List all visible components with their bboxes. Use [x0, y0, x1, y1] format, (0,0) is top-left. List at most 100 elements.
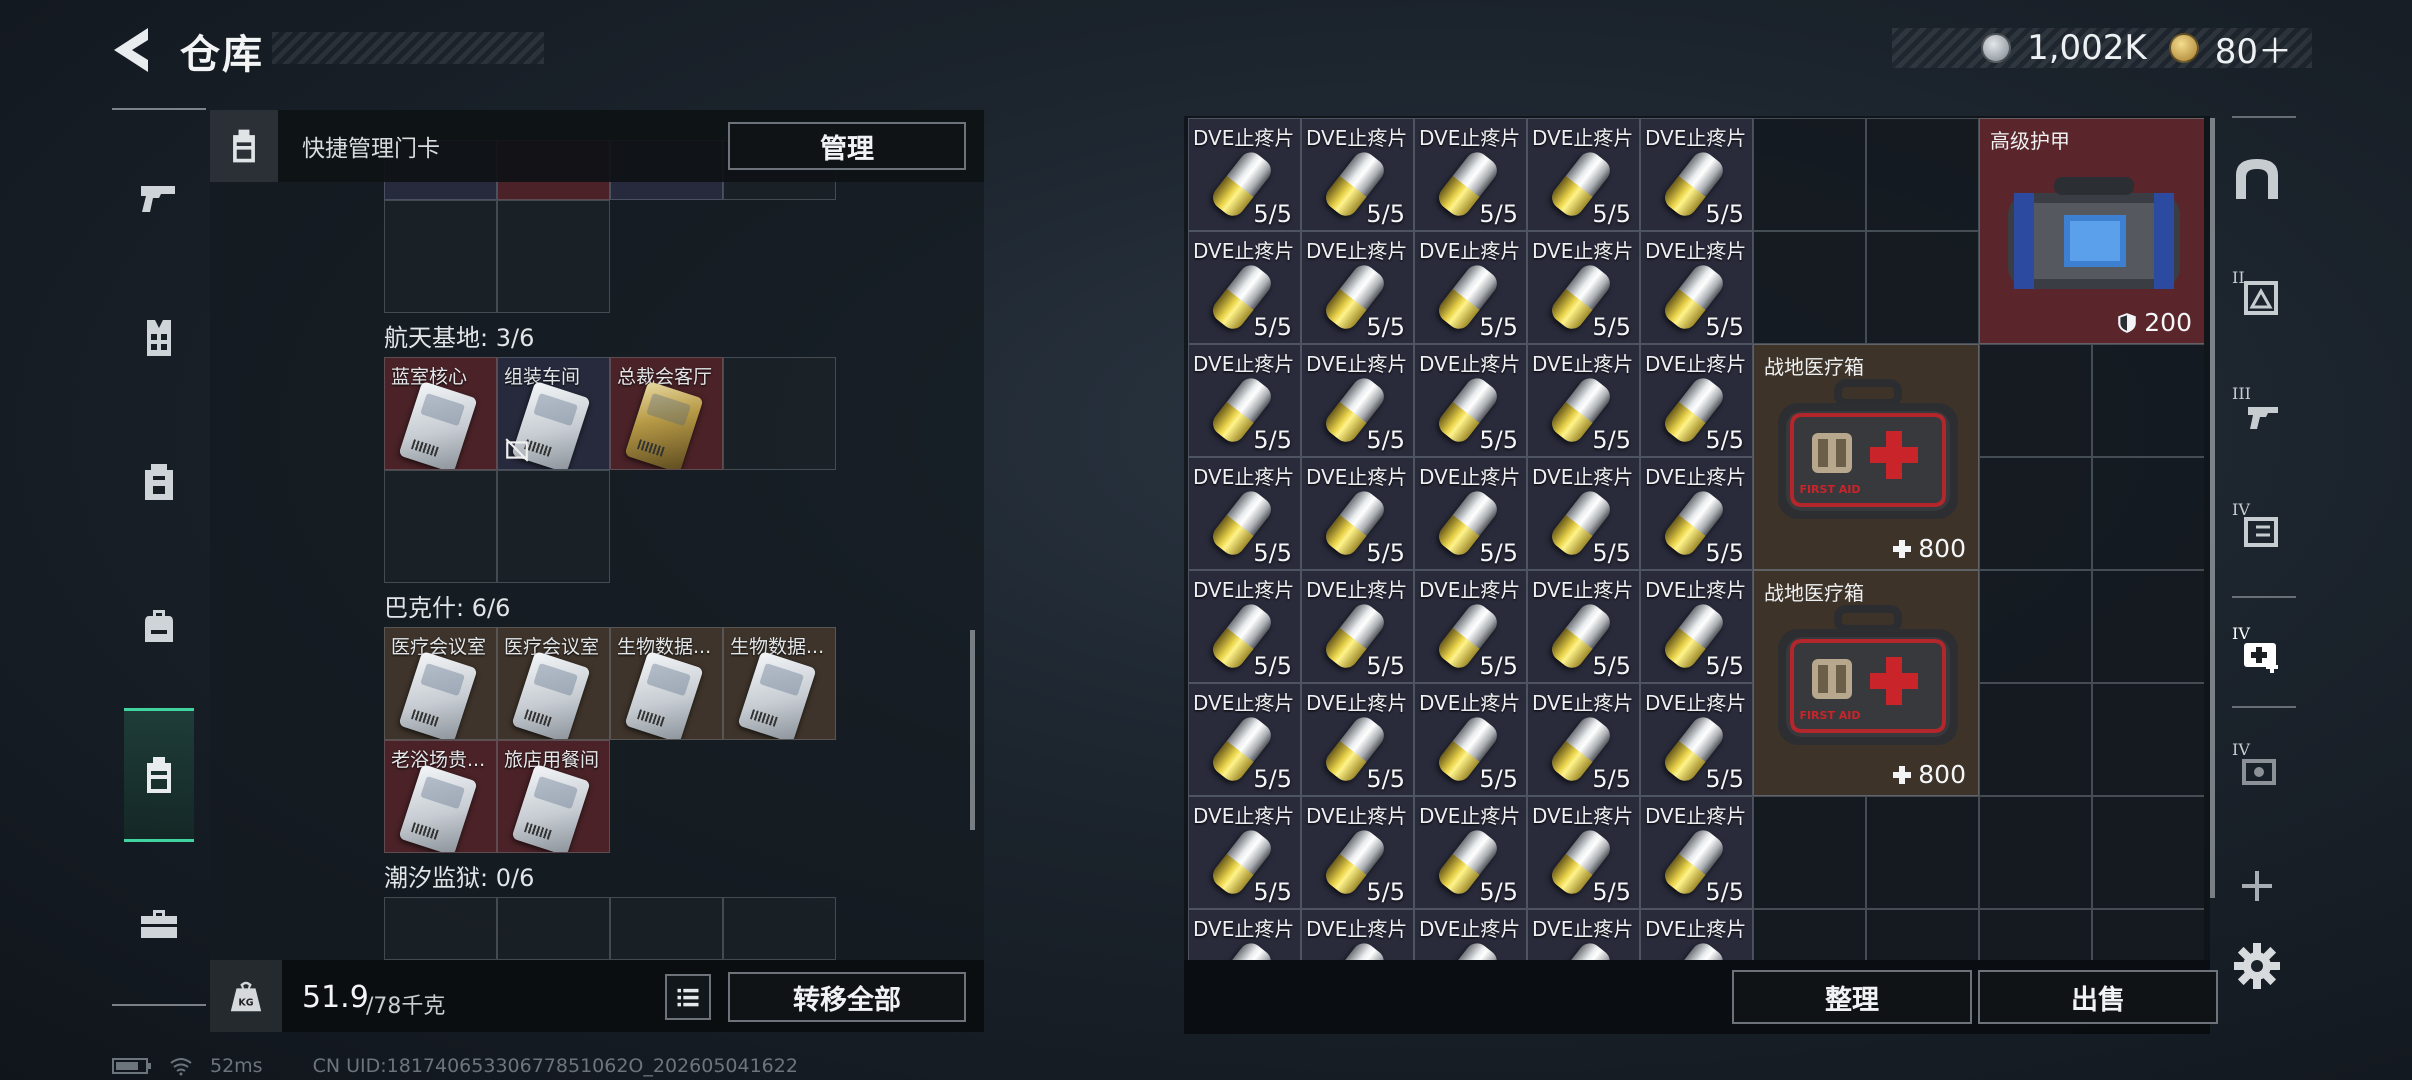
- keycard-slot[interactable]: 旅店用餐间: [497, 740, 610, 853]
- manage-button[interactable]: 管理: [728, 122, 966, 170]
- rail-item-toolbox[interactable]: [124, 876, 194, 972]
- keycard-slot[interactable]: 生物数据...: [610, 627, 723, 740]
- settings-button[interactable]: [2224, 936, 2290, 996]
- rail-item-keycards[interactable]: [124, 708, 194, 842]
- stash-item-painkiller[interactable]: DVE止疼片 5/5: [1640, 796, 1753, 909]
- stash-slot-empty[interactable]: [1753, 231, 1866, 344]
- transfer-all-button[interactable]: 转移全部: [728, 972, 966, 1022]
- stash-item-painkiller[interactable]: DVE止疼片 5/5: [1301, 796, 1414, 909]
- stash-slot-empty[interactable]: [2092, 344, 2204, 457]
- keycard-slot-empty[interactable]: [384, 897, 497, 960]
- keycard-slot-empty[interactable]: [384, 200, 497, 313]
- stash-item-painkiller[interactable]: DVE止疼片: [1188, 909, 1301, 960]
- stash-item-medkit[interactable]: 战地医疗箱 FIRST AID 800: [1753, 570, 1979, 796]
- stash-item-painkiller[interactable]: DVE止疼片 5/5: [1640, 344, 1753, 457]
- stash-slot-empty[interactable]: [2092, 683, 2204, 796]
- stash-item-painkiller[interactable]: DVE止疼片 5/5: [1301, 118, 1414, 231]
- rail-item-vest[interactable]: [124, 290, 194, 386]
- keycard-slot-empty[interactable]: [497, 200, 610, 313]
- keycard-slot-empty[interactable]: [723, 897, 836, 960]
- stash-item-painkiller[interactable]: DVE止疼片 5/5: [1527, 344, 1640, 457]
- stash-item-painkiller[interactable]: DVE止疼片 5/5: [1414, 231, 1527, 344]
- stash-item-medkit[interactable]: 战地医疗箱 FIRST AID 800: [1753, 344, 1979, 570]
- back-button[interactable]: [108, 22, 158, 78]
- stash-slot-empty[interactable]: [1979, 457, 2092, 570]
- rail-item-weapons[interactable]: [124, 148, 194, 244]
- stash-slot-empty[interactable]: [1979, 796, 2092, 909]
- stash-item-painkiller[interactable]: DVE止疼片 5/5: [1414, 457, 1527, 570]
- stash-item-painkiller[interactable]: DVE止疼片 5/5: [1414, 683, 1527, 796]
- stash-item-painkiller[interactable]: DVE止疼片 5/5: [1301, 344, 1414, 457]
- stash-item-painkiller[interactable]: DVE止疼片 5/5: [1414, 796, 1527, 909]
- stash-item-painkiller[interactable]: DVE止疼片 5/5: [1188, 231, 1301, 344]
- stash-slot-empty[interactable]: [1979, 344, 2092, 457]
- stash-item-painkiller[interactable]: DVE止疼片 5/5: [1301, 683, 1414, 796]
- keycard-slot[interactable]: 老浴场贵...: [384, 740, 497, 853]
- keycard-slot[interactable]: 组装车间: [497, 357, 610, 470]
- stash-slot-empty[interactable]: [2092, 796, 2204, 909]
- keycard-slot-empty[interactable]: [384, 470, 497, 583]
- stash-slot-empty[interactable]: [1979, 683, 2092, 796]
- stash-item-painkiller[interactable]: DVE止疼片 5/5: [1414, 118, 1527, 231]
- stash-item-painkiller[interactable]: DVE止疼片 5/5: [1527, 118, 1640, 231]
- keycard-slot-empty[interactable]: [497, 470, 610, 583]
- stash-item-painkiller[interactable]: DVE止疼片 5/5: [1414, 570, 1527, 683]
- stash-item-painkiller[interactable]: DVE止疼片: [1301, 909, 1414, 960]
- stash-slot-empty[interactable]: [2092, 570, 2204, 683]
- stash-item-painkiller[interactable]: DVE止疼片 5/5: [1527, 570, 1640, 683]
- stash-slot-empty[interactable]: [2092, 457, 2204, 570]
- keycard-slot-empty[interactable]: [723, 357, 836, 470]
- add-tab-button[interactable]: [2224, 856, 2290, 916]
- stash-slot-empty[interactable]: [1866, 231, 1979, 344]
- stash-item-painkiller[interactable]: DVE止疼片 5/5: [1188, 570, 1301, 683]
- stash-item-painkiller[interactable]: DVE止疼片 5/5: [1640, 231, 1753, 344]
- stash-item-armor[interactable]: 高级护甲 200: [1979, 118, 2204, 344]
- stash-item-painkiller[interactable]: DVE止疼片 5/5: [1188, 683, 1301, 796]
- stash-slot-empty[interactable]: [1866, 909, 1979, 960]
- stash-item-painkiller[interactable]: DVE止疼片 5/5: [1301, 231, 1414, 344]
- stash-slot-empty[interactable]: [1866, 118, 1979, 231]
- stash-item-painkiller[interactable]: DVE止疼片: [1414, 909, 1527, 960]
- tab-4[interactable]: IV: [2224, 488, 2290, 568]
- stash-item-painkiller[interactable]: DVE止疼片 5/5: [1188, 457, 1301, 570]
- sell-button[interactable]: 出售: [1978, 970, 2218, 1024]
- stash-item-painkiller[interactable]: DVE止疼片 5/5: [1527, 683, 1640, 796]
- rail-item-backpack[interactable]: [124, 578, 194, 674]
- stash-item-painkiller[interactable]: DVE止疼片 5/5: [1527, 796, 1640, 909]
- stash-slot-empty[interactable]: [1753, 796, 1866, 909]
- stash-item-painkiller[interactable]: DVE止疼片 5/5: [1640, 457, 1753, 570]
- stash-item-painkiller[interactable]: DVE止疼片 5/5: [1640, 683, 1753, 796]
- keycard-slot[interactable]: 蓝室核心: [384, 357, 497, 470]
- stash-item-painkiller[interactable]: DVE止疼片 5/5: [1301, 570, 1414, 683]
- stash-slot-empty[interactable]: [1753, 118, 1866, 231]
- stash-item-painkiller[interactable]: DVE止疼片 5/5: [1301, 457, 1414, 570]
- stash-item-painkiller[interactable]: DVE止疼片: [1527, 909, 1640, 960]
- tab-home[interactable]: [2224, 140, 2290, 220]
- rail-item-armor[interactable]: [124, 434, 194, 530]
- stash-item-painkiller[interactable]: DVE止疼片 5/5: [1188, 796, 1301, 909]
- gold-currency-value[interactable]: 80＋: [2215, 24, 2292, 73]
- keycard-panel-scrollbar[interactable]: [970, 630, 975, 830]
- tab-3[interactable]: III: [2224, 372, 2290, 452]
- stash-item-painkiller[interactable]: DVE止疼片 5/5: [1188, 344, 1301, 457]
- tab-2[interactable]: II: [2224, 256, 2290, 336]
- tab-6[interactable]: IV: [2224, 728, 2290, 808]
- stash-slot-empty[interactable]: [1866, 796, 1979, 909]
- stash-item-painkiller[interactable]: DVE止疼片 5/5: [1188, 118, 1301, 231]
- stash-slot-empty[interactable]: [2092, 909, 2204, 960]
- organize-button[interactable]: 整理: [1732, 970, 1972, 1024]
- stash-slot-empty[interactable]: [1979, 909, 2092, 960]
- keycard-slot-empty[interactable]: [497, 897, 610, 960]
- stash-slot-empty[interactable]: [1979, 570, 2092, 683]
- keycard-slot[interactable]: 医疗会议室: [497, 627, 610, 740]
- keycard-slot[interactable]: 医疗会议室: [384, 627, 497, 740]
- keycard-slot[interactable]: 总裁会客厅: [610, 357, 723, 470]
- stash-item-painkiller[interactable]: DVE止疼片 5/5: [1527, 457, 1640, 570]
- stash-item-painkiller[interactable]: DVE止疼片: [1640, 909, 1753, 960]
- stash-item-painkiller[interactable]: DVE止疼片 5/5: [1527, 231, 1640, 344]
- list-view-button[interactable]: [665, 974, 711, 1020]
- stash-item-painkiller[interactable]: DVE止疼片 5/5: [1640, 570, 1753, 683]
- stash-item-painkiller[interactable]: DVE止疼片 5/5: [1640, 118, 1753, 231]
- stash-slot-empty[interactable]: [1753, 909, 1866, 960]
- keycard-slot[interactable]: 生物数据...: [723, 627, 836, 740]
